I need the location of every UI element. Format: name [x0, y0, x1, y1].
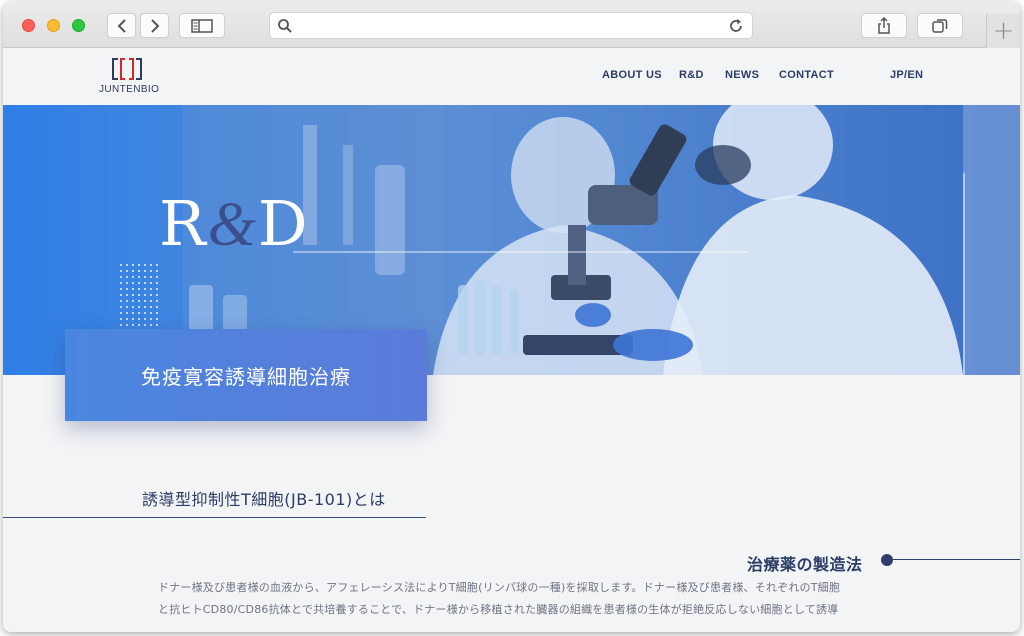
- share-button[interactable]: [861, 13, 907, 38]
- search-icon: [278, 19, 292, 33]
- hero-title: R&D: [159, 191, 310, 259]
- back-button[interactable]: [107, 13, 136, 38]
- share-icon: [878, 16, 890, 34]
- nav-contact[interactable]: CONTACT: [779, 69, 834, 81]
- nav-rd[interactable]: R&D: [679, 69, 704, 81]
- chevron-right-icon: [150, 18, 159, 33]
- nav-language-switch[interactable]: JP/EN: [890, 69, 923, 81]
- sub-heading: 治療薬の製造法: [747, 555, 863, 574]
- hero-title-d: D: [257, 187, 310, 260]
- paragraph-line: と抗ヒトCD80/CD86抗体とで共培養することで、ドナー様から移植された臓器の…: [158, 603, 839, 616]
- browser-toolbar: +: [3, 2, 1020, 48]
- body-paragraph: ドナー様及び患者様の血液から、アフェレーシス法によりT細胞(リンパ球の一種)を採…: [158, 577, 870, 621]
- paragraph-line: ドナー様及び患者様の血液から、アフェレーシス法によりT細胞(リンパ球の一種)を採…: [158, 581, 841, 594]
- hero-category-box: 免疫寛容誘導細胞治療: [65, 329, 427, 421]
- sub-heading-line: [891, 559, 1020, 560]
- close-window-button[interactable]: [22, 19, 35, 32]
- minimize-window-button[interactable]: [47, 19, 60, 32]
- sidebar-toggle-button[interactable]: [179, 13, 225, 38]
- browser-window: + JUNTENBIO ABOUT US R&D NEWS CONTACT JP…: [3, 2, 1020, 632]
- logo-text[interactable]: JUNTENBIO: [99, 84, 159, 95]
- zoom-window-button[interactable]: [72, 19, 85, 32]
- sidebar-icon: [191, 18, 213, 33]
- plus-icon: +: [992, 16, 1015, 46]
- reload-icon[interactable]: [727, 17, 745, 35]
- sub-heading-dot: [881, 554, 893, 566]
- hero-category-label: 免疫寛容誘導細胞治療: [141, 364, 351, 389]
- section-heading-rule: [3, 517, 426, 518]
- tabs-overview-button[interactable]: [917, 13, 963, 38]
- new-tab-button[interactable]: +: [986, 14, 1020, 48]
- address-bar[interactable]: [269, 12, 753, 39]
- nav-news[interactable]: NEWS: [725, 69, 759, 81]
- tabs-icon: [932, 18, 948, 33]
- chevron-left-icon: [117, 18, 126, 33]
- nav-about-us[interactable]: ABOUT US: [602, 69, 662, 81]
- hero-title-r: R: [159, 187, 208, 260]
- site-header: JUNTENBIO ABOUT US R&D NEWS CONTACT JP/E…: [3, 48, 1020, 105]
- forward-button[interactable]: [140, 13, 169, 38]
- section-heading: 誘導型抑制性T細胞(JB-101)とは: [142, 490, 386, 509]
- logo-mark[interactable]: [111, 58, 143, 80]
- hero-title-ampersand: &: [207, 191, 258, 259]
